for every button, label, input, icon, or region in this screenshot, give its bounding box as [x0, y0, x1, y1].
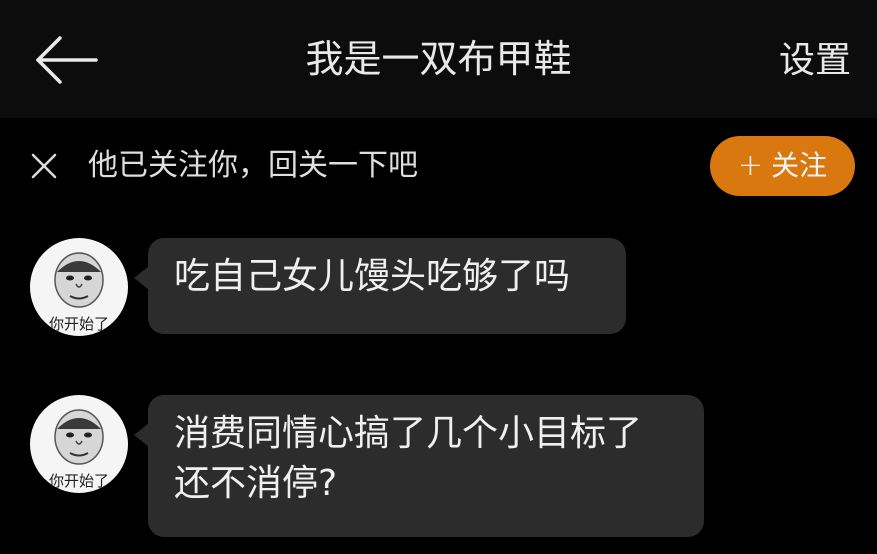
message-bubble[interactable]: 吃自己女儿馒头吃够了吗: [134, 238, 626, 334]
dismiss-banner-button[interactable]: [28, 150, 60, 182]
follow-button-label: 关注: [771, 149, 828, 182]
follow-button[interactable]: + 关注: [710, 136, 855, 196]
close-icon: [31, 153, 57, 179]
message-text-line: 消费同情心搞了几个小目标了: [174, 413, 643, 454]
settings-button[interactable]: 设置: [779, 36, 851, 86]
avatar-caption: 你开始了: [48, 472, 109, 490]
follow-back-prompt: 他已关注你，回关一下吧: [88, 148, 418, 183]
message-text: 吃自己女儿馒头吃够了吗: [174, 256, 571, 297]
sender-avatar[interactable]: 你开始了: [30, 395, 128, 493]
message-bubble[interactable]: 消费同情心搞了几个小目标了 还不消停?: [134, 395, 704, 537]
avatar-caption: 你开始了: [48, 315, 109, 333]
chat-header: 我是一双布甲鞋 设置: [0, 0, 877, 118]
message-text-line: 还不消停?: [174, 463, 338, 504]
plus-icon: +: [737, 148, 764, 183]
chat-title: 我是一双布甲鞋: [305, 37, 572, 81]
chat-screen: 我是一双布甲鞋 设置 他已关注你，回关一下吧 + 关注 你开始了 吃自己女儿馒头…: [0, 0, 877, 554]
sender-avatar[interactable]: 你开始了: [30, 238, 128, 336]
follow-back-banner: 他已关注你，回关一下吧 + 关注: [0, 130, 877, 202]
